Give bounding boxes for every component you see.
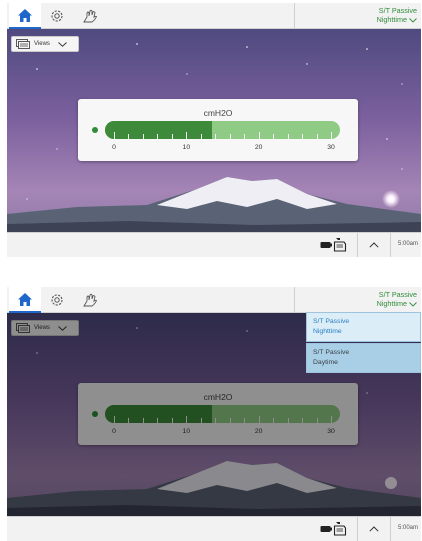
manual-tab[interactable] [77,3,105,29]
mode-selector[interactable]: S/T Passive Nighttime [377,290,417,308]
chevron-up-icon [369,526,379,532]
gauge-tick [331,132,332,139]
status-icons [320,237,348,253]
device-screen-1: S/T Passive Nighttime Views cmH2O 0 10 2… [7,3,421,257]
views-label: Views [34,41,50,47]
mode-option-daytime[interactable]: S/T Passive Daytime [306,343,421,373]
clock: 5:00am [397,241,418,247]
bottom-bar: 5:00am [7,232,421,257]
home-icon [18,292,32,306]
gauge-tick-label: 0 [112,144,116,151]
manual-tab[interactable] [77,287,105,313]
home-tab[interactable] [9,3,41,29]
home-icon [18,8,32,22]
option-line2: Nighttime [313,328,342,335]
gear-icon [51,10,63,22]
sd-card-icon [333,522,347,536]
gauge-tick-label: 20 [254,144,263,151]
bottom-divider [357,517,358,541]
clock: 5:00am [397,525,418,531]
gauge-tick [302,134,304,139]
status-icons [320,521,348,537]
option-line1: S/T Passive [313,349,350,356]
views-icon [16,39,30,49]
top-bar: S/T Passive Nighttime [7,3,421,29]
mode-line2: Nighttime [376,299,407,308]
gauge-unit: cmH2O [203,108,233,118]
hand-icon [83,9,98,23]
gauge-tick [287,134,289,139]
gear-icon [51,294,63,306]
gauge-tick [171,134,173,139]
expand-button[interactable] [364,237,384,253]
mode-line1: S/T Passive [378,290,417,299]
pressure-gauge: cmH2O 0 10 20 30 [78,99,358,161]
bottom-bar: 5:00am [7,516,421,541]
chevron-down-icon [58,41,67,47]
gauge-tick [215,134,217,139]
mode-line1: S/T Passive [378,6,417,15]
bottom-divider [357,233,358,257]
top-bar: S/T Passive Nighttime [7,287,421,313]
gauge-tick [229,134,231,139]
expand-button[interactable] [364,521,384,537]
mode-selector[interactable]: S/T Passive Nighttime [377,6,417,24]
gauge-tick [316,134,318,139]
gauge-tick-label: 30 [327,144,335,151]
battery-icon [320,242,332,248]
mode-option-nighttime[interactable]: S/T Passive Nighttime [306,312,421,342]
chevron-up-icon [369,242,379,248]
gauge-tick-label: 10 [182,144,191,151]
settings-tab[interactable] [43,287,71,313]
top-bar-divider [294,287,295,313]
gauge-tick [244,134,246,139]
mode-dropdown: S/T Passive Nighttime S/T Passive Daytim… [306,312,421,373]
gauge-tick [186,132,188,139]
device-screen-2: S/T Passive Nighttime Views cmH2O 0 10 2… [7,287,421,541]
gauge-tick [273,134,275,139]
mode-line2: Nighttime [376,15,407,24]
status-dot [92,127,98,133]
home-tab[interactable] [9,287,41,313]
views-button[interactable]: Views [11,36,79,52]
bottom-divider [390,517,391,541]
sd-card-icon [333,238,347,252]
gauge-tick [258,132,260,139]
gauge-tick [200,134,202,139]
gauge-track [105,121,340,139]
chevron-down-icon [409,301,417,307]
option-line2: Daytime [313,359,338,366]
top-bar-divider [294,3,295,29]
hand-icon [83,293,98,307]
option-line1: S/T Passive [313,318,350,325]
chevron-down-icon [409,17,417,23]
gauge-tick [128,134,130,139]
gauge-tick [157,134,159,139]
bottom-divider [390,233,391,257]
gauge-tick [114,132,115,139]
settings-tab[interactable] [43,3,71,29]
battery-icon [320,526,332,532]
gauge-tick [142,134,144,139]
